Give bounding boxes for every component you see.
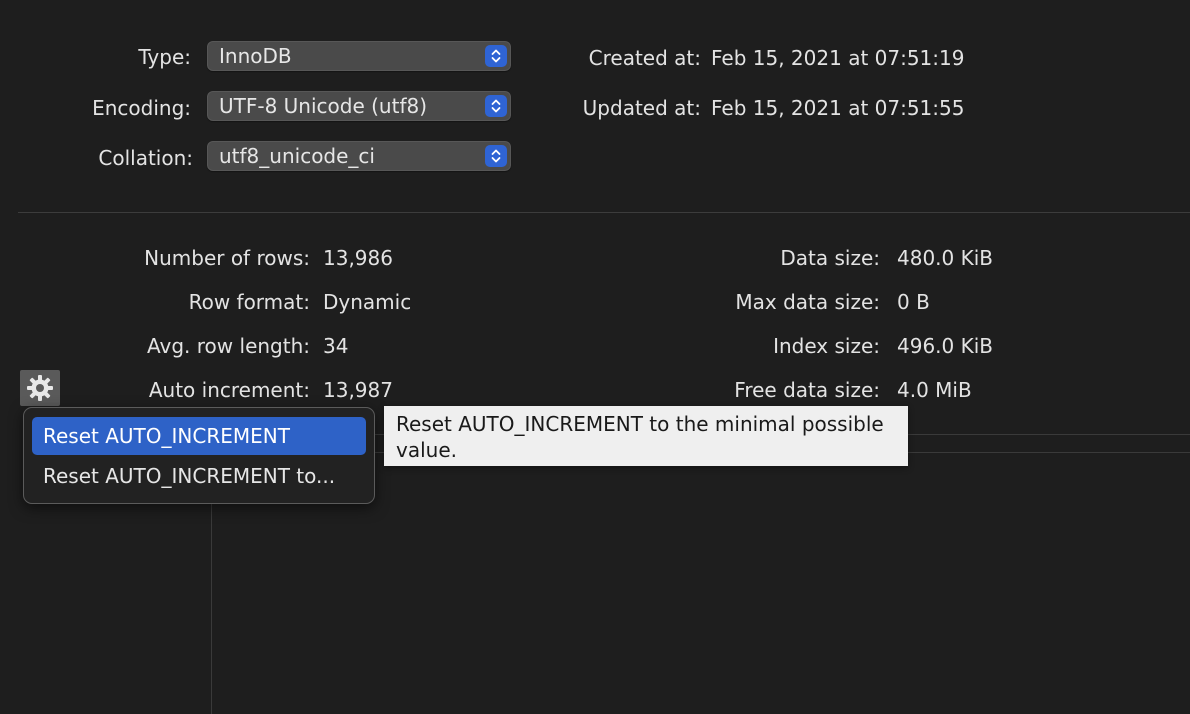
- type-select[interactable]: InnoDB: [207, 41, 511, 71]
- type-label: Type:: [138, 45, 191, 69]
- max-data-size-value: 0 B: [897, 290, 930, 314]
- gear-button[interactable]: [20, 370, 60, 406]
- free-data-size-label: Free data size:: [734, 378, 880, 402]
- encoding-label: Encoding:: [92, 96, 191, 120]
- data-size-label: Data size:: [780, 246, 880, 270]
- gear-action-menu: Reset AUTO_INCREMENT Reset AUTO_INCREMEN…: [23, 407, 375, 504]
- created-label: Created at:: [588, 46, 701, 70]
- avg-row-label: Avg. row length:: [147, 334, 310, 358]
- created-value: Feb 15, 2021 at 07:51:19: [711, 46, 965, 70]
- encoding-select-value: UTF-8 Unicode (utf8): [219, 94, 428, 118]
- free-data-size-value: 4.0 MiB: [897, 378, 972, 402]
- tooltip: Reset AUTO_INCREMENT to the minimal poss…: [384, 406, 908, 466]
- max-data-size-label: Max data size:: [735, 290, 880, 314]
- rows-value: 13,986: [323, 246, 393, 270]
- auto-increment-value: 13,987: [323, 378, 393, 402]
- updated-label: Updated at:: [582, 96, 701, 120]
- chevron-updown-icon: [485, 145, 507, 167]
- updated-value: Feb 15, 2021 at 07:51:55: [711, 96, 965, 120]
- index-size-label: Index size:: [773, 334, 880, 358]
- menu-item-reset-auto-increment-to[interactable]: Reset AUTO_INCREMENT to...: [32, 457, 366, 495]
- row-format-value: Dynamic: [323, 290, 412, 314]
- index-size-value: 496.0 KiB: [897, 334, 994, 358]
- data-size-value: 480.0 KiB: [897, 246, 994, 270]
- gear-icon: [27, 375, 53, 401]
- section-divider: [18, 212, 1190, 213]
- type-select-value: InnoDB: [219, 44, 292, 68]
- encoding-select[interactable]: UTF-8 Unicode (utf8): [207, 91, 511, 121]
- chevron-updown-icon: [485, 95, 507, 117]
- chevron-updown-icon: [485, 45, 507, 67]
- rows-label: Number of rows:: [144, 246, 310, 270]
- menu-item-reset-auto-increment[interactable]: Reset AUTO_INCREMENT: [32, 417, 366, 455]
- collation-label: Collation:: [98, 146, 193, 170]
- auto-increment-label: Auto increment:: [148, 378, 310, 402]
- row-format-label: Row format:: [188, 290, 310, 314]
- avg-row-value: 34: [323, 334, 349, 358]
- collation-select-value: utf8_unicode_ci: [219, 144, 375, 168]
- collation-select[interactable]: utf8_unicode_ci: [207, 141, 511, 171]
